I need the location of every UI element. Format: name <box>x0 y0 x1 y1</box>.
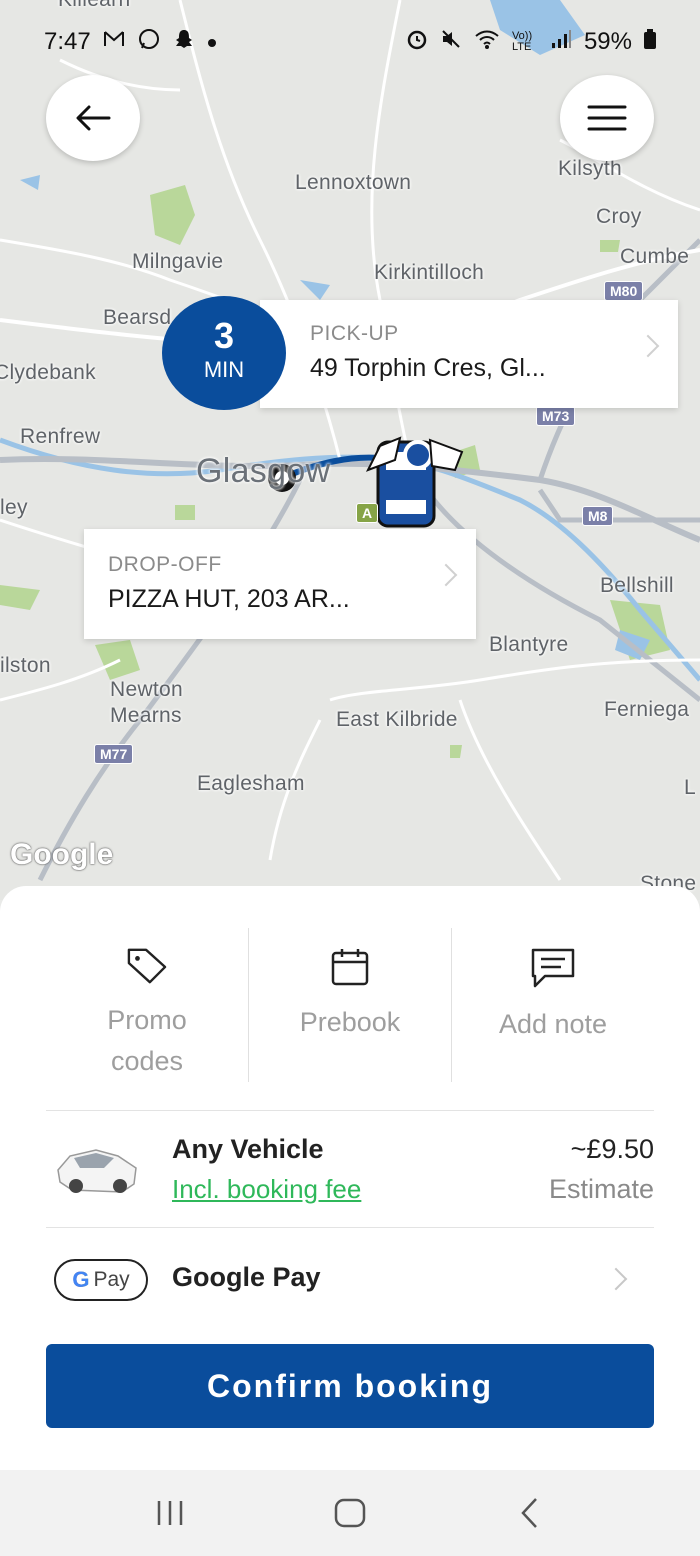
road-shield: M73 <box>536 406 576 426</box>
add-note-button[interactable]: Add note <box>451 928 654 1082</box>
status-bar: 7:47 Vo)) LTE 59% <box>0 0 700 66</box>
road-shield: M8 <box>582 506 614 526</box>
map-place-label: Eaglesham <box>197 772 305 795</box>
eta-unit: MIN <box>203 357 245 382</box>
price-note: Estimate <box>548 1174 654 1204</box>
price-estimate: ~£9.50 <box>570 1134 654 1164</box>
road-shield: M80 <box>604 281 644 301</box>
back-button[interactable] <box>46 75 140 161</box>
prebook-button[interactable]: Prebook <box>248 928 451 1082</box>
vehicle-row[interactable]: Any Vehicle Incl. booking fee ~£9.50 Est… <box>46 1122 654 1226</box>
recents-icon <box>157 1501 183 1525</box>
map-place-label: L <box>684 776 696 799</box>
back-icon <box>521 1498 537 1528</box>
pickup-card[interactable]: PICK-UP 49 Torphin Cres, Gl... <box>260 300 678 408</box>
map-place-label: Lennoxtown <box>295 171 412 194</box>
hamburger-icon <box>587 105 627 131</box>
pickup-address: 49 Torphin Cres, Gl... <box>310 354 546 382</box>
volte-icon: Vo)) LTE <box>511 30 533 53</box>
payment-method-row[interactable]: G Pay Google Pay <box>46 1230 654 1328</box>
confirm-booking-button[interactable]: Confirm booking <box>46 1344 654 1428</box>
prebook-label: Prebook <box>299 1007 401 1037</box>
arrow-left-icon <box>76 105 111 131</box>
recents-button[interactable] <box>140 1483 200 1543</box>
dropoff-address: PIZZA HUT, 203 AR... <box>108 585 350 613</box>
message-icon <box>531 948 575 988</box>
map-place-label: Mearns <box>110 704 182 727</box>
map-place-label: Bellshill <box>600 574 674 597</box>
promo-label: Promo codes <box>107 1005 187 1076</box>
map-place-label: Blantyre <box>489 633 569 656</box>
system-nav-bar <box>0 1470 700 1556</box>
whatsapp-icon <box>137 27 161 57</box>
battery-level: 59% <box>583 28 632 55</box>
road-shield: A <box>356 503 379 523</box>
gmail-icon <box>103 30 125 54</box>
map-place-label: East Kilbride <box>336 708 458 731</box>
status-time: 7:47 <box>44 28 91 55</box>
map-place-label: Newton <box>110 678 184 701</box>
map-city-label: Glasgow <box>196 452 331 490</box>
menu-button[interactable] <box>560 75 654 161</box>
map-place-label: Ferniega <box>604 698 690 721</box>
chevron-right-icon <box>604 1267 628 1291</box>
eta-value: 3 <box>213 315 235 356</box>
nav-back-button[interactable] <box>500 1483 560 1543</box>
eta-badge: 3 MIN <box>162 296 286 410</box>
map-place-label: Kirkintilloch <box>374 261 485 284</box>
map-place-label: Cumbe <box>620 245 690 268</box>
google-g-icon: G <box>72 1267 90 1292</box>
pickup-label: PICK-UP <box>310 322 399 345</box>
map-place-label: ilston <box>0 654 51 677</box>
car-icon <box>57 1149 137 1193</box>
map-place-label: Croy <box>596 205 642 228</box>
divider <box>46 1227 654 1228</box>
map-place-label: ley <box>0 496 28 519</box>
signal-icon <box>550 29 572 55</box>
alarm-icon <box>406 28 428 56</box>
pay-text: Pay <box>93 1268 130 1291</box>
map-place-label: Clydebank <box>0 361 96 384</box>
home-button[interactable] <box>320 1483 380 1543</box>
battery-icon <box>644 29 656 55</box>
divider <box>46 1110 654 1111</box>
road-shield: M77 <box>94 744 134 764</box>
calendar-icon <box>331 949 369 986</box>
google-pay-badge: G Pay <box>54 1259 148 1301</box>
payment-method-name: Google Pay <box>172 1262 321 1292</box>
google-attribution: Google <box>10 838 114 871</box>
promo-codes-button[interactable]: Promo codes <box>46 928 248 1082</box>
wifi-icon <box>474 28 500 56</box>
add-note-label: Add note <box>498 1009 608 1039</box>
snapchat-icon <box>173 28 195 56</box>
booking-fee-link[interactable]: Incl. booking fee <box>172 1174 361 1205</box>
home-icon <box>334 1498 366 1528</box>
mute-icon <box>440 28 462 56</box>
dropoff-label: DROP-OFF <box>108 553 222 576</box>
booking-sheet: Promocodes Prebook Add note Any Vehicle <box>0 886 700 1470</box>
booking-options: Promo codes Prebook Add note <box>46 928 654 1082</box>
dot-icon <box>207 31 217 54</box>
vehicle-name: Any Vehicle <box>172 1134 324 1164</box>
map-place-label: Renfrew <box>20 425 101 448</box>
dropoff-card[interactable]: DROP-OFF PIZZA HUT, 203 AR... <box>84 529 476 639</box>
map-place-label: Milngavie <box>132 250 224 273</box>
tag-icon <box>127 948 167 984</box>
